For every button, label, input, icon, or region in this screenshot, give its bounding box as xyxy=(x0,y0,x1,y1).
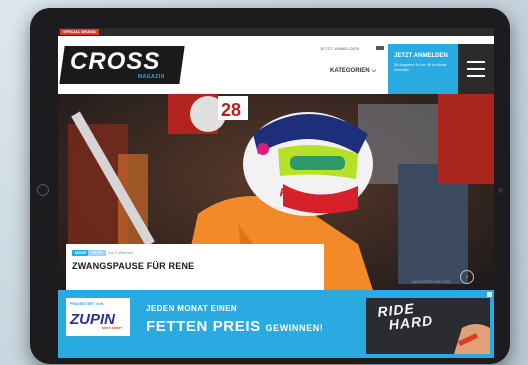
chevron-down-icon: ⌵ xyxy=(371,68,377,74)
tablet-device: SPECIAL BRAND CROSS MAGAZIN JETZT ANMELD… xyxy=(30,8,510,364)
home-button[interactable] xyxy=(37,184,49,196)
login-badge xyxy=(376,46,384,50)
promo-banner[interactable]: PRÄSENTIERT VON ZUPIN MOTO SPORT JEDEN M… xyxy=(58,290,494,358)
photo-hand xyxy=(454,324,490,354)
arrow-right-icon[interactable]: › xyxy=(460,270,474,284)
banner-headline-small: GEWINNEN! xyxy=(265,323,324,333)
next-article-caption: NÄCHSTER ARTIKEL xyxy=(412,279,452,284)
banner-photo: RIDE HARD xyxy=(366,298,490,354)
top-bar: SPECIAL BRAND xyxy=(58,28,494,36)
banner-headline-main: FETTEN PREIS xyxy=(146,318,261,335)
zupin-subtitle: MOTO SPORT xyxy=(102,326,123,330)
banner-headline-1: JEDEN MONAT EINEN xyxy=(146,304,238,313)
article-date: Vor 3 Wochen xyxy=(108,250,134,255)
ad-choices-icon[interactable] xyxy=(487,292,492,297)
nav-kategorien[interactable]: KATEGORIEN ⌵ xyxy=(330,68,376,75)
sponsor-label: PRÄSENTIERT VON xyxy=(70,302,104,306)
site-logo[interactable]: CROSS xyxy=(70,48,160,76)
site-logo-subtitle: MAGAZIN xyxy=(138,74,165,80)
tablet-screen: SPECIAL BRAND CROSS MAGAZIN JETZT ANMELD… xyxy=(58,28,494,358)
subscribe-cta[interactable]: JETZT ANMELDEN Dir Ausgaben für nur 4€ i… xyxy=(388,44,458,94)
cta-title: JETZT ANMELDEN xyxy=(394,53,448,59)
banner-headline-2: FETTEN PREIS GEWINNEN! xyxy=(146,318,323,335)
article-title[interactable]: ZWANGSPAUSE FÜR RENE xyxy=(72,261,194,271)
camera-icon xyxy=(498,188,503,193)
hamburger-menu-icon[interactable] xyxy=(458,44,494,94)
news-tag[interactable]: NEWS xyxy=(88,250,106,256)
special-badge[interactable]: SPECIAL BRAND xyxy=(60,29,99,35)
sponsor-logo[interactable]: PRÄSENTIERT VON ZUPIN MOTO SPORT xyxy=(66,298,130,336)
svg-text:28: 28 xyxy=(221,100,241,120)
login-link[interactable]: JETZT ANMELDEN xyxy=(320,46,359,51)
hero-image[interactable]: Red Bull 28 MXGP NEWS Vor 3 Wochen ZWANG… xyxy=(58,94,494,306)
cta-subtitle: Dir Ausgaben für nur 4€ im Monat anmelde… xyxy=(394,63,447,72)
nav-kategorien-label: KATEGORIEN xyxy=(330,68,370,74)
site-header: CROSS MAGAZIN JETZT ANMELDEN KATEGORIEN ⌵… xyxy=(58,36,494,94)
